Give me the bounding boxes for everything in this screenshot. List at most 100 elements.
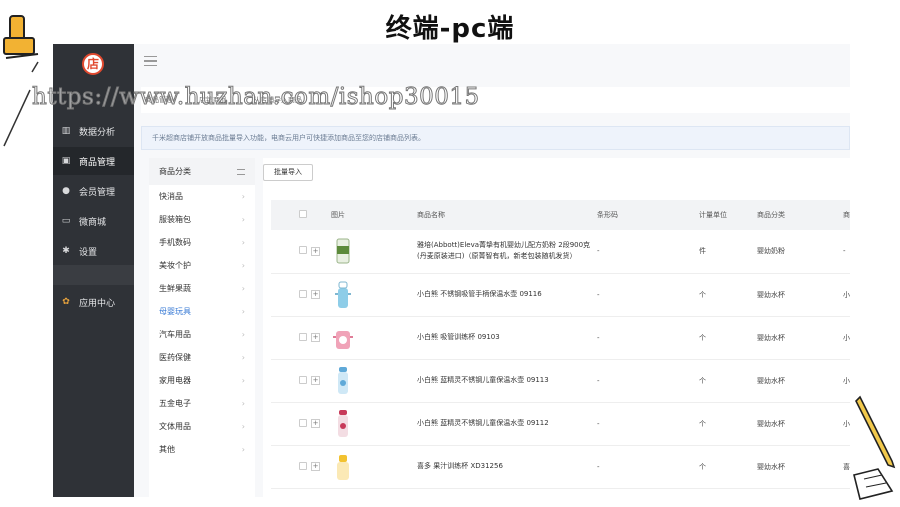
batch-import-button[interactable]: 批量导入 bbox=[263, 164, 313, 181]
chevron-right-icon: › bbox=[241, 215, 245, 224]
blue-bottle-image bbox=[331, 280, 417, 310]
expand-plus-icon[interactable]: + bbox=[311, 376, 320, 385]
col-image: 图片 bbox=[331, 211, 345, 219]
list-icon[interactable] bbox=[237, 168, 245, 175]
store-logo[interactable]: 店 bbox=[82, 53, 104, 75]
category-label: 母婴玩具 bbox=[159, 307, 191, 316]
row-checkbox[interactable] bbox=[299, 461, 307, 470]
col-category: 商品分类 bbox=[757, 211, 785, 219]
category-item[interactable]: 医药保健 › bbox=[149, 346, 255, 369]
expand-plus-icon[interactable]: + bbox=[311, 462, 320, 471]
product-table: 图片 商品名称 条形码 计量单位 商品分类 商 + 雅培(Abbott)Eleva… bbox=[271, 200, 850, 489]
product-image bbox=[331, 230, 417, 273]
product-unit: 个 bbox=[699, 376, 706, 385]
table-row[interactable]: + 小白熊 蓝精灵不锈钢儿童保温水壶 09113 - 个 婴幼水杯 小 bbox=[271, 359, 850, 402]
col-unit: 计量单位 bbox=[699, 211, 727, 219]
product-category: 婴幼奶粉 bbox=[757, 247, 785, 256]
watermark-text: https://www.huzhan.com/ishop30015 bbox=[32, 84, 480, 111]
chevron-right-icon: › bbox=[241, 261, 245, 270]
hamburger-menu-icon[interactable] bbox=[144, 56, 157, 66]
chevron-right-icon: › bbox=[241, 376, 245, 385]
sidebar-item-analytics[interactable]: ▥ 数据分析 bbox=[53, 117, 134, 145]
row-checkbox[interactable] bbox=[299, 246, 307, 255]
expand-plus-icon[interactable]: + bbox=[311, 246, 320, 256]
col-barcode: 条形码 bbox=[597, 211, 618, 219]
category-item[interactable]: 五金电子 › bbox=[149, 392, 255, 415]
table-row[interactable]: + 小白熊 蓝精灵不锈钢儿童保温水壶 09112 - 个 婴幼水杯 小 bbox=[271, 402, 850, 445]
red-bottle-image bbox=[331, 409, 417, 439]
product-extra: 小 bbox=[843, 333, 850, 342]
product-extra: 小 bbox=[843, 419, 850, 428]
expand-plus-icon[interactable]: + bbox=[311, 290, 320, 299]
product-unit: 个 bbox=[699, 419, 706, 428]
category-item[interactable]: 其他 › bbox=[149, 438, 255, 461]
user-icon: ● bbox=[62, 186, 70, 196]
chevron-right-icon: › bbox=[241, 284, 245, 293]
category-header-label: 商品分类 bbox=[159, 167, 191, 176]
notice-banner: 千米超商店铺开放商品批量导入功能，电商云用户可快捷添加商品至您的店铺商品列表。 bbox=[141, 126, 850, 150]
sidebar-item-settings[interactable]: ✱ 设置 bbox=[53, 237, 134, 265]
sidebar-item-label: 会员管理 bbox=[79, 187, 116, 198]
sidebar: 店 ▥ 数据分析 ▣ 商品管理 ● 会员管理 ▭ 微商城 ✱ 设置 ✿ 应用中心 bbox=[53, 44, 134, 497]
col-more: 商 bbox=[843, 211, 850, 219]
category-item[interactable]: 手机数码 › bbox=[149, 231, 255, 254]
product-unit: 个 bbox=[699, 333, 706, 342]
category-label: 家用电器 bbox=[159, 376, 191, 385]
product-extra: 喜 bbox=[843, 462, 850, 471]
product-name: 喜多 果汁训练杯 XD31256 bbox=[417, 462, 503, 470]
category-item[interactable]: 美妆个护 › bbox=[149, 254, 255, 277]
product-category: 婴幼水杯 bbox=[757, 333, 785, 342]
table-row[interactable]: + 喜多 果汁训练杯 XD31256 - 个 婴幼水杯 喜 bbox=[271, 445, 850, 488]
category-item[interactable]: 生鲜果蔬 › bbox=[149, 277, 255, 300]
product-category: 婴幼水杯 bbox=[757, 419, 785, 428]
expand-plus-icon[interactable]: + bbox=[311, 419, 320, 428]
app-window: 店 ▥ 数据分析 ▣ 商品管理 ● 会员管理 ▭ 微商城 ✱ 设置 ✿ 应用中心… bbox=[53, 44, 850, 497]
category-item[interactable]: 母婴玩具 › bbox=[149, 300, 255, 323]
category-item[interactable]: 服装箱包 › bbox=[149, 208, 255, 231]
category-item[interactable]: 文体用品 › bbox=[149, 415, 255, 438]
category-item[interactable]: 汽车用品 › bbox=[149, 323, 255, 346]
category-panel: 商品分类 快消品 › 服装箱包 › 手机数码 › 美妆个护 › 生鲜果蔬 › 母婴玩具 › 汽车用品 › 医… bbox=[149, 158, 255, 497]
table-row[interactable]: + 小白熊 吸管训练杯 09103 - 个 婴幼水杯 小 bbox=[271, 316, 850, 359]
select-all-checkbox[interactable] bbox=[299, 210, 307, 218]
product-extra: 小 bbox=[843, 376, 850, 385]
col-name: 商品名称 bbox=[417, 211, 445, 219]
row-checkbox[interactable] bbox=[299, 375, 307, 384]
pencil-doodle-icon bbox=[853, 395, 896, 500]
slide: 终端-pc端 店 ▥ 数据分析 ▣ 商品管理 ● 会员管理 ▭ 微商城 ✱ 设置… bbox=[0, 0, 900, 507]
product-barcode: - bbox=[597, 419, 600, 428]
expand-plus-icon[interactable]: + bbox=[311, 333, 320, 342]
category-label: 医药保健 bbox=[159, 353, 191, 362]
product-category: 婴幼水杯 bbox=[757, 290, 785, 299]
slide-title: 终端-pc端 bbox=[385, 14, 515, 44]
sidebar-item-microstore[interactable]: ▭ 微商城 bbox=[53, 207, 134, 235]
monitor-icon: ▭ bbox=[61, 216, 71, 226]
sidebar-item-members[interactable]: ● 会员管理 bbox=[53, 177, 134, 205]
sidebar-item-products[interactable]: ▣ 商品管理 bbox=[53, 147, 134, 175]
chevron-right-icon: › bbox=[241, 399, 245, 408]
row-checkbox[interactable] bbox=[299, 332, 307, 341]
product-name: 小白熊 蓝精灵不锈钢儿童保温水壶 09112 bbox=[417, 419, 549, 427]
chevron-right-icon: › bbox=[241, 422, 245, 431]
sidebar-item-label: 应用中心 bbox=[79, 298, 116, 309]
table-header-row: 图片 商品名称 条形码 计量单位 商品分类 商 bbox=[271, 200, 850, 230]
table-row[interactable]: + 雅培(Abbott)Eleva菁挚有机婴幼儿配方奶粉 2段900克 (丹麦原装… bbox=[271, 230, 850, 273]
chevron-right-icon: › bbox=[241, 238, 245, 247]
category-item[interactable]: 家用电器 › bbox=[149, 369, 255, 392]
sidebar-item-apps[interactable]: ✿ 应用中心 bbox=[53, 288, 134, 316]
category-item[interactable]: 快消品 › bbox=[149, 185, 255, 208]
product-barcode: - bbox=[597, 376, 600, 385]
row-checkbox[interactable] bbox=[299, 289, 307, 298]
yellow-cup-image bbox=[331, 452, 417, 482]
sidebar-item-label: 设置 bbox=[79, 247, 98, 258]
row-checkbox[interactable] bbox=[299, 418, 307, 427]
category-label: 汽车用品 bbox=[159, 330, 191, 339]
formula-can-image bbox=[331, 236, 417, 266]
category-label: 五金电子 bbox=[159, 399, 191, 408]
category-label: 文体用品 bbox=[159, 422, 191, 431]
table-row[interactable]: + 小白熊 不锈钢吸管手柄保温水壶 09116 - 个 婴幼水杯 小 bbox=[271, 273, 850, 316]
product-image bbox=[331, 402, 417, 445]
product-barcode: - bbox=[597, 290, 600, 299]
bag-icon: ▣ bbox=[61, 156, 71, 166]
product-category: 婴幼水杯 bbox=[757, 376, 785, 385]
